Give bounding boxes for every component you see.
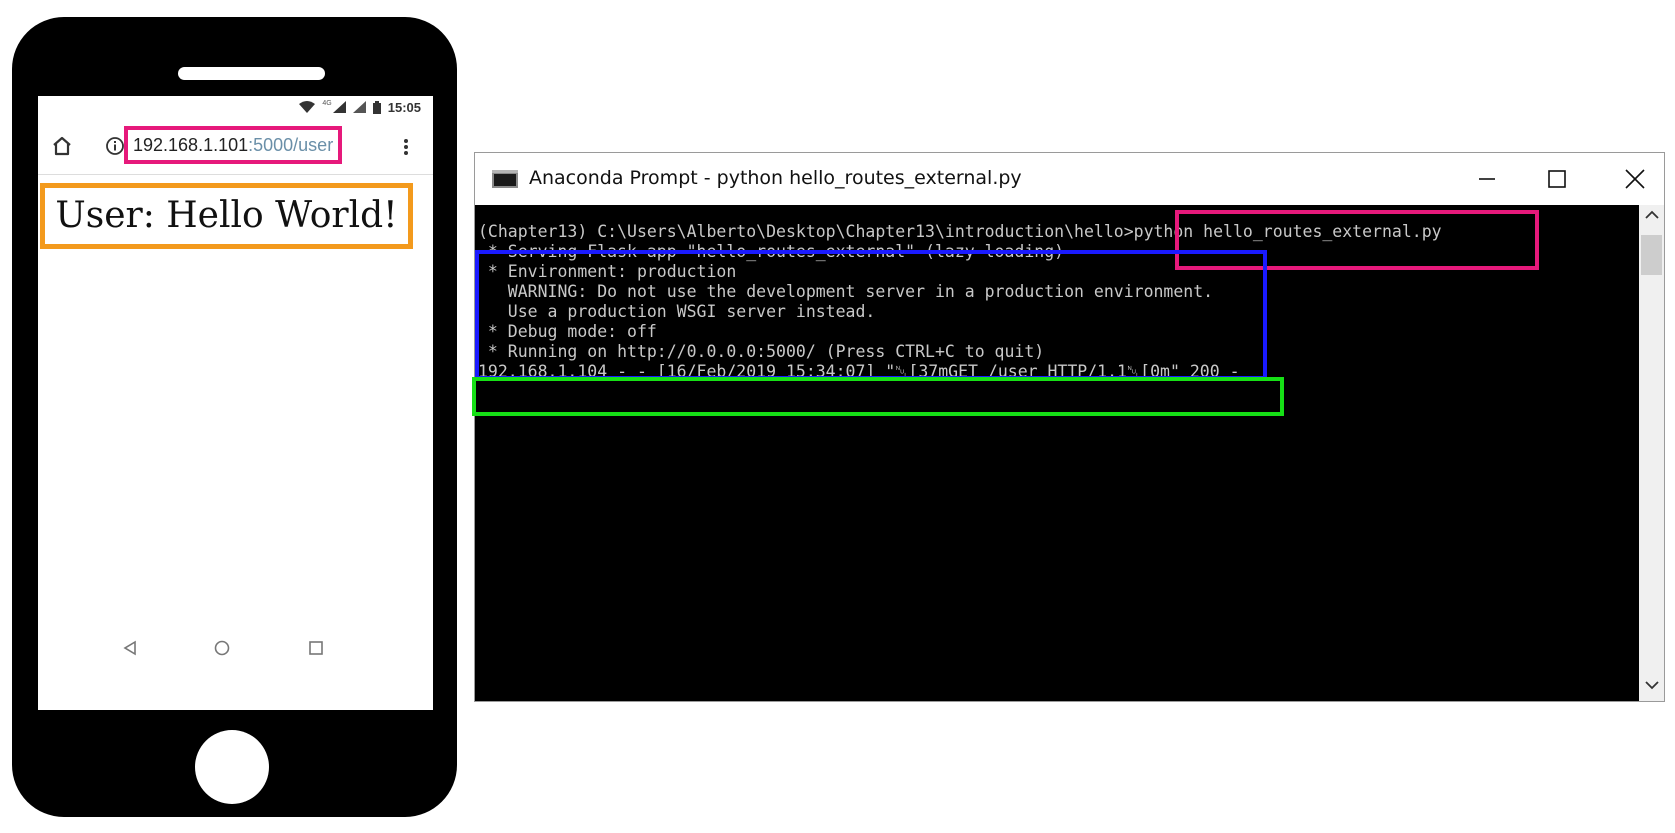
android-navigation-bar	[38, 632, 433, 664]
maximize-icon	[1548, 170, 1566, 188]
minimize-icon	[1479, 178, 1495, 180]
request-log-highlight-box	[472, 377, 1284, 416]
phone-speaker	[178, 67, 325, 80]
window-titlebar[interactable]: Anaconda Prompt - python hello_routes_ex…	[475, 153, 1664, 205]
server-output-highlight-box	[475, 250, 1267, 380]
status-bar: 4G 15:05	[38, 96, 433, 118]
smartphone: 4G 15:05 192.168.1.101:5000/user User: H…	[12, 17, 457, 817]
phone-home-button[interactable]	[195, 730, 269, 804]
window-title: Anaconda Prompt - python hello_routes_ex…	[529, 167, 1022, 189]
signal-icon	[332, 101, 346, 113]
close-icon	[1625, 169, 1645, 189]
stage: 4G 15:05 192.168.1.101:5000/user User: H…	[0, 0, 1675, 833]
network-type-label: 4G	[322, 99, 332, 107]
signal-icon-secondary	[352, 101, 366, 113]
nav-recents-icon[interactable]	[308, 640, 324, 656]
url-field[interactable]: 192.168.1.101:5000/user	[124, 126, 343, 164]
url-host: 192.168.1.101	[133, 135, 249, 155]
maximize-button[interactable]	[1535, 161, 1579, 197]
page-heading: User: Hello World!	[40, 183, 413, 249]
status-time: 15:05	[387, 99, 421, 115]
overflow-menu-icon[interactable]	[401, 135, 411, 159]
info-icon[interactable]	[104, 135, 126, 157]
browser-address-bar: 192.168.1.101:5000/user	[38, 118, 433, 175]
scroll-down-icon[interactable]	[1645, 679, 1659, 691]
battery-icon	[372, 100, 381, 114]
close-button[interactable]	[1613, 161, 1657, 197]
scroll-up-icon[interactable]	[1645, 209, 1659, 221]
scroll-thumb[interactable]	[1641, 235, 1662, 275]
nav-back-icon[interactable]	[123, 640, 137, 656]
minimize-button[interactable]	[1465, 161, 1509, 197]
url-path: :5000/user	[248, 135, 334, 155]
vertical-scrollbar[interactable]	[1639, 205, 1664, 701]
nav-home-icon[interactable]	[214, 640, 230, 656]
wifi-icon	[299, 101, 316, 113]
phone-screen: 4G 15:05 192.168.1.101:5000/user User: H…	[38, 96, 433, 710]
home-icon[interactable]	[50, 134, 74, 158]
console-app-icon	[492, 170, 518, 188]
